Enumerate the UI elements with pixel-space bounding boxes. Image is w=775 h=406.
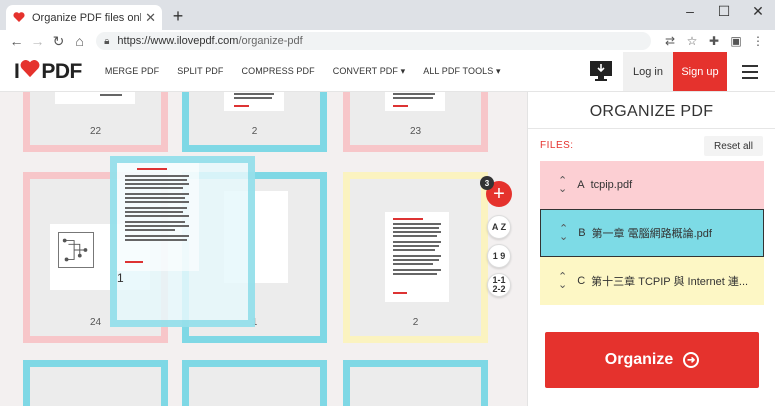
page-card[interactable]: 22 [23, 92, 168, 152]
dragged-page-card[interactable]: 1 [110, 156, 255, 327]
home-icon[interactable]: ⌂ [69, 33, 90, 49]
page-number: 23 [409, 126, 422, 137]
site-header: I PDF MERGE PDF SPLIT PDF COMPRESS PDF C… [0, 52, 775, 92]
url-protocol: https:// [117, 35, 151, 47]
file-name: tcpip.pdf [590, 179, 633, 191]
file-name: 第一章 電腦網路概論.pdf [591, 228, 712, 240]
file-letter: C [577, 275, 586, 287]
bookmark-star-icon[interactable]: ☆ [681, 34, 703, 48]
translate-icon[interactable]: ⇄ [659, 34, 681, 48]
page-card[interactable]: 2 [343, 172, 488, 343]
sidebar-title: ORGANIZE PDF [589, 103, 714, 120]
logo-text-left: I [14, 59, 20, 83]
sort-numeric-button[interactable]: 1 9 [487, 244, 511, 268]
extensions-area: ⇄ ☆ ✚ ▣ ⋮ [659, 34, 769, 48]
close-tab-icon[interactable]: ✕ [145, 10, 156, 26]
page-thumbnail [55, 92, 135, 104]
sort-az-button[interactable]: A Z [487, 215, 511, 239]
page-thumbnail [385, 92, 445, 111]
organize-sidebar: ORGANIZE PDF FILES: Reset all ⌃ ⌄ A tcpip… [527, 92, 775, 406]
divider [528, 128, 775, 129]
minimize-icon[interactable]: – [673, 0, 707, 30]
chrome-menu-icon[interactable]: ⋮ [747, 34, 769, 48]
nav-compress-pdf[interactable]: COMPRESS PDF [242, 66, 315, 77]
file-name: 第十三章 TCPIP 與 Internet 連... [591, 276, 749, 288]
nav-convert-pdf[interactable]: CONVERT PDF ▾ [333, 66, 406, 77]
lock-icon[interactable]: 🔒︎ [104, 36, 109, 47]
nav-all-pdf-tools[interactable]: ALL PDF TOOLS ▾ [423, 66, 500, 77]
back-icon[interactable]: ← [6, 33, 27, 49]
organize-label: Organize [604, 351, 674, 368]
logo-text-right: PDF [41, 59, 82, 83]
browser-toolbar: ← → ↻ ⌂ 🔒︎ https://www.ilovepdf.com/orga… [0, 30, 775, 52]
forward-icon[interactable]: → [27, 33, 48, 49]
page-grid: 22 2 23 24 1 [0, 92, 527, 406]
window-controls: – ☐ ✕ [673, 0, 775, 30]
files-label: FILES: [540, 140, 574, 151]
login-button[interactable]: Log in [623, 52, 673, 91]
new-tab-button[interactable]: + [168, 6, 188, 27]
network-diagram-icon [58, 232, 94, 268]
drag-handle-icon[interactable]: ⌃ ⌄ [559, 224, 568, 243]
desktop-download-icon[interactable] [588, 58, 614, 84]
page-card[interactable]: 23 [343, 92, 488, 152]
drag-handle-icon[interactable]: ⌃ ⌄ [558, 176, 567, 195]
sort-numeric-icon: 1 9 [492, 250, 506, 261]
page-range-button[interactable]: 1-1 2-2 [487, 273, 511, 297]
reset-all-button[interactable]: Reset all [704, 136, 763, 156]
browser-tab-strip: Organize PDF files online. Free ✕ + – ☐ … [0, 0, 775, 30]
page-card[interactable] [343, 360, 488, 406]
page-thumbnail [224, 92, 284, 111]
file-letter: B [578, 227, 586, 239]
page-number: 1 [117, 271, 124, 285]
browser-tab[interactable]: Organize PDF files online. Free ✕ [6, 5, 162, 30]
signup-button[interactable]: Sign up [673, 52, 727, 91]
nav-merge-pdf[interactable]: MERGE PDF [105, 66, 159, 77]
page-number: 2 [251, 126, 258, 137]
file-item-b[interactable]: ⌃ ⌄ B 第一章 電腦網路概論.pdf [540, 209, 764, 257]
url-path: /organize-pdf [238, 35, 303, 47]
page-card[interactable]: 2 [182, 92, 327, 152]
main-nav: MERGE PDF SPLIT PDF COMPRESS PDF CONVERT… [96, 66, 510, 77]
page-card[interactable] [23, 360, 168, 406]
page-range-icon: 1-1 2-2 [492, 275, 506, 294]
drag-handle-icon[interactable]: ⌃ ⌄ [558, 272, 567, 291]
page-number: 22 [89, 126, 102, 137]
page-thumbnail [117, 163, 199, 271]
heart-icon [20, 59, 40, 84]
file-item-a[interactable]: ⌃ ⌄ A tcpip.pdf [540, 161, 764, 209]
file-letter: A [577, 179, 585, 191]
nav-split-pdf[interactable]: SPLIT PDF [177, 66, 223, 77]
profile-icon[interactable]: ▣ [725, 34, 747, 48]
page-card[interactable] [182, 360, 327, 406]
page-thumbnail [385, 212, 449, 302]
maximize-icon[interactable]: ☐ [707, 0, 741, 30]
reload-icon[interactable]: ↻ [48, 33, 69, 50]
sort-az-icon: A Z [491, 221, 507, 232]
file-count-badge: 3 [480, 176, 494, 190]
hamburger-menu-icon[interactable] [742, 65, 758, 79]
url-domain: www.ilovepdf.com [150, 35, 239, 47]
page-number: 2 [412, 317, 419, 328]
close-window-icon[interactable]: ✕ [741, 0, 775, 30]
ilovepdf-favicon-icon [12, 11, 26, 25]
ilovepdf-logo[interactable]: I PDF [14, 60, 82, 84]
file-item-c[interactable]: ⌃ ⌄ C 第十三章 TCPIP 與 Internet 連... [540, 257, 764, 305]
extensions-puzzle-icon[interactable]: ✚ [703, 34, 725, 48]
tab-title: Organize PDF files online. Free [32, 11, 142, 24]
organize-button[interactable]: Organize ➜ [545, 332, 759, 388]
address-bar[interactable]: 🔒︎ https://www.ilovepdf.com/organize-pdf [96, 32, 651, 50]
arrow-right-circle-icon: ➜ [683, 352, 700, 368]
